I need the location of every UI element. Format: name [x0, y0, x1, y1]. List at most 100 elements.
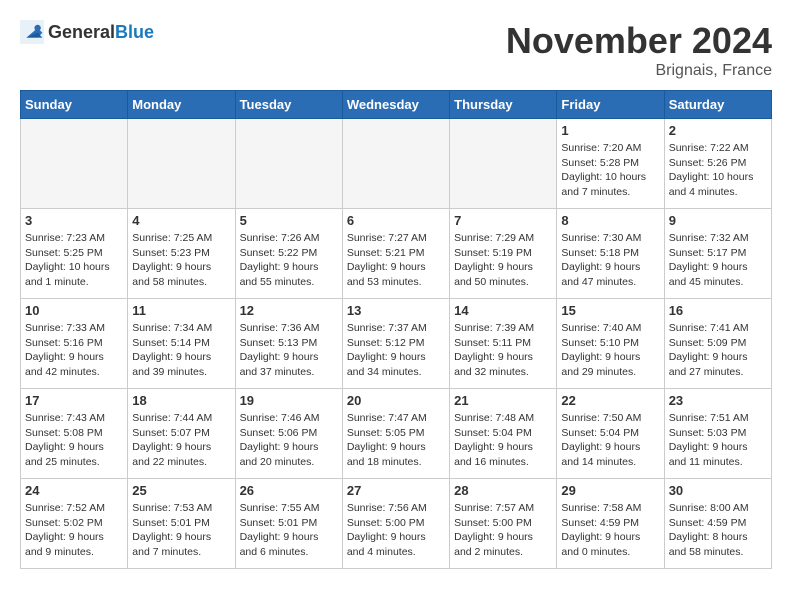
day-info: Sunrise: 7:29 AM Sunset: 5:19 PM Dayligh… [454, 231, 552, 290]
logo: GeneralBlue [20, 20, 154, 44]
day-info: Sunrise: 7:56 AM Sunset: 5:00 PM Dayligh… [347, 501, 445, 560]
logo-icon [20, 20, 44, 44]
day-info: Sunrise: 7:39 AM Sunset: 5:11 PM Dayligh… [454, 321, 552, 380]
day-number: 8 [561, 213, 659, 228]
week-row-2: 3Sunrise: 7:23 AM Sunset: 5:25 PM Daylig… [21, 209, 772, 299]
weekday-header-tuesday: Tuesday [235, 91, 342, 119]
calendar-cell: 30Sunrise: 8:00 AM Sunset: 4:59 PM Dayli… [664, 479, 771, 569]
day-info: Sunrise: 7:51 AM Sunset: 5:03 PM Dayligh… [669, 411, 767, 470]
day-number: 3 [25, 213, 123, 228]
page-header: GeneralBlue November 2024 Brignais, Fran… [20, 20, 772, 80]
calendar-cell [342, 119, 449, 209]
day-number: 4 [132, 213, 230, 228]
calendar-cell: 23 Sunrise: 7:51 AM Sunset: 5:03 PM Dayli… [664, 389, 771, 479]
weekday-header-saturday: Saturday [664, 91, 771, 119]
location: Brignais, France [506, 62, 772, 80]
day-info: Sunrise: 7:33 AM Sunset: 5:16 PM Dayligh… [25, 321, 123, 380]
title-section: November 2024 Brignais, France [506, 20, 772, 80]
weekday-header-wednesday: Wednesday [342, 91, 449, 119]
day-number: 2 [669, 123, 767, 138]
day-number: 19 [240, 393, 338, 408]
day-info: Sunrise: 7:37 AM Sunset: 5:12 PM Dayligh… [347, 321, 445, 380]
day-number: 16 [669, 303, 767, 318]
day-number: 10 [25, 303, 123, 318]
calendar-cell: 19 Sunrise: 7:46 AM Sunset: 5:06 PM Dayli… [235, 389, 342, 479]
day-number: 14 [454, 303, 552, 318]
day-number: 17 [25, 393, 123, 408]
day-info: Sunrise: 7:44 AM Sunset: 5:07 PM Dayligh… [132, 411, 230, 470]
week-row-3: 10 Sunrise: 7:33 AM Sunset: 5:16 PM Dayli… [21, 299, 772, 389]
day-number: 22 [561, 393, 659, 408]
calendar-cell: 22 Sunrise: 7:50 AM Sunset: 5:04 PM Dayli… [557, 389, 664, 479]
day-info: Sunrise: 7:20 AM Sunset: 5:28 PM Dayligh… [561, 141, 659, 200]
logo-text: GeneralBlue [48, 22, 154, 43]
day-number: 9 [669, 213, 767, 228]
logo-general: General [48, 22, 115, 42]
day-info: Sunrise: 7:25 AM Sunset: 5:23 PM Dayligh… [132, 231, 230, 290]
calendar-cell: 20 Sunrise: 7:47 AM Sunset: 5:05 PM Dayli… [342, 389, 449, 479]
calendar-cell: 15Sunrise: 7:40 AM Sunset: 5:10 PM Dayli… [557, 299, 664, 389]
calendar-cell: 5Sunrise: 7:26 AM Sunset: 5:22 PM Daylig… [235, 209, 342, 299]
calendar-cell: 27 Sunrise: 7:56 AM Sunset: 5:00 PM Dayli… [342, 479, 449, 569]
day-number: 24 [25, 483, 123, 498]
calendar-cell: 28 Sunrise: 7:57 AM Sunset: 5:00 PM Dayli… [450, 479, 557, 569]
day-info: Sunrise: 7:32 AM Sunset: 5:17 PM Dayligh… [669, 231, 767, 290]
day-number: 27 [347, 483, 445, 498]
calendar-cell: 1 Sunrise: 7:20 AM Sunset: 5:28 PM Daylig… [557, 119, 664, 209]
calendar-cell: 10 Sunrise: 7:33 AM Sunset: 5:16 PM Dayli… [21, 299, 128, 389]
calendar-cell: 26 Sunrise: 7:55 AM Sunset: 5:01 PM Dayli… [235, 479, 342, 569]
calendar-cell: 6 Sunrise: 7:27 AM Sunset: 5:21 PM Daylig… [342, 209, 449, 299]
day-info: Sunrise: 7:55 AM Sunset: 5:01 PM Dayligh… [240, 501, 338, 560]
weekday-header-thursday: Thursday [450, 91, 557, 119]
calendar-cell: 4 Sunrise: 7:25 AM Sunset: 5:23 PM Daylig… [128, 209, 235, 299]
week-row-1: 1 Sunrise: 7:20 AM Sunset: 5:28 PM Daylig… [21, 119, 772, 209]
day-number: 7 [454, 213, 552, 228]
calendar-cell: 8 Sunrise: 7:30 AM Sunset: 5:18 PM Daylig… [557, 209, 664, 299]
logo-blue: Blue [115, 22, 154, 42]
day-info: Sunrise: 7:47 AM Sunset: 5:05 PM Dayligh… [347, 411, 445, 470]
day-number: 21 [454, 393, 552, 408]
calendar-cell: 3Sunrise: 7:23 AM Sunset: 5:25 PM Daylig… [21, 209, 128, 299]
day-number: 1 [561, 123, 659, 138]
day-number: 23 [669, 393, 767, 408]
day-number: 12 [240, 303, 338, 318]
day-info: Sunrise: 7:26 AM Sunset: 5:22 PM Dayligh… [240, 231, 338, 290]
calendar-cell: 18 Sunrise: 7:44 AM Sunset: 5:07 PM Dayli… [128, 389, 235, 479]
day-number: 11 [132, 303, 230, 318]
calendar-cell: 21 Sunrise: 7:48 AM Sunset: 5:04 PM Dayli… [450, 389, 557, 479]
day-info: Sunrise: 7:41 AM Sunset: 5:09 PM Dayligh… [669, 321, 767, 380]
day-info: Sunrise: 7:50 AM Sunset: 5:04 PM Dayligh… [561, 411, 659, 470]
day-info: Sunrise: 7:30 AM Sunset: 5:18 PM Dayligh… [561, 231, 659, 290]
day-number: 28 [454, 483, 552, 498]
day-info: Sunrise: 7:48 AM Sunset: 5:04 PM Dayligh… [454, 411, 552, 470]
calendar-cell: 2 Sunrise: 7:22 AM Sunset: 5:26 PM Daylig… [664, 119, 771, 209]
day-info: Sunrise: 7:57 AM Sunset: 5:00 PM Dayligh… [454, 501, 552, 560]
calendar-cell [450, 119, 557, 209]
week-row-5: 24 Sunrise: 7:52 AM Sunset: 5:02 PM Dayli… [21, 479, 772, 569]
calendar-cell: 13 Sunrise: 7:37 AM Sunset: 5:12 PM Dayli… [342, 299, 449, 389]
day-number: 20 [347, 393, 445, 408]
calendar-cell [21, 119, 128, 209]
calendar-table: SundayMondayTuesdayWednesdayThursdayFrid… [20, 90, 772, 569]
day-number: 6 [347, 213, 445, 228]
day-info: Sunrise: 7:58 AM Sunset: 4:59 PM Dayligh… [561, 501, 659, 560]
day-number: 29 [561, 483, 659, 498]
calendar-cell: 7 Sunrise: 7:29 AM Sunset: 5:19 PM Daylig… [450, 209, 557, 299]
day-number: 13 [347, 303, 445, 318]
day-info: Sunrise: 7:27 AM Sunset: 5:21 PM Dayligh… [347, 231, 445, 290]
weekday-header-sunday: Sunday [21, 91, 128, 119]
weekday-header-row: SundayMondayTuesdayWednesdayThursdayFrid… [21, 91, 772, 119]
day-info: Sunrise: 7:22 AM Sunset: 5:26 PM Dayligh… [669, 141, 767, 200]
calendar-cell [235, 119, 342, 209]
day-number: 30 [669, 483, 767, 498]
month-title: November 2024 [506, 20, 772, 62]
calendar-cell: 29 Sunrise: 7:58 AM Sunset: 4:59 PM Dayli… [557, 479, 664, 569]
calendar-cell: 14 Sunrise: 7:39 AM Sunset: 5:11 PM Dayli… [450, 299, 557, 389]
day-number: 18 [132, 393, 230, 408]
day-info: Sunrise: 7:46 AM Sunset: 5:06 PM Dayligh… [240, 411, 338, 470]
weekday-header-friday: Friday [557, 91, 664, 119]
calendar-cell: 17Sunrise: 7:43 AM Sunset: 5:08 PM Dayli… [21, 389, 128, 479]
day-info: Sunrise: 7:52 AM Sunset: 5:02 PM Dayligh… [25, 501, 123, 560]
weekday-header-monday: Monday [128, 91, 235, 119]
day-number: 26 [240, 483, 338, 498]
